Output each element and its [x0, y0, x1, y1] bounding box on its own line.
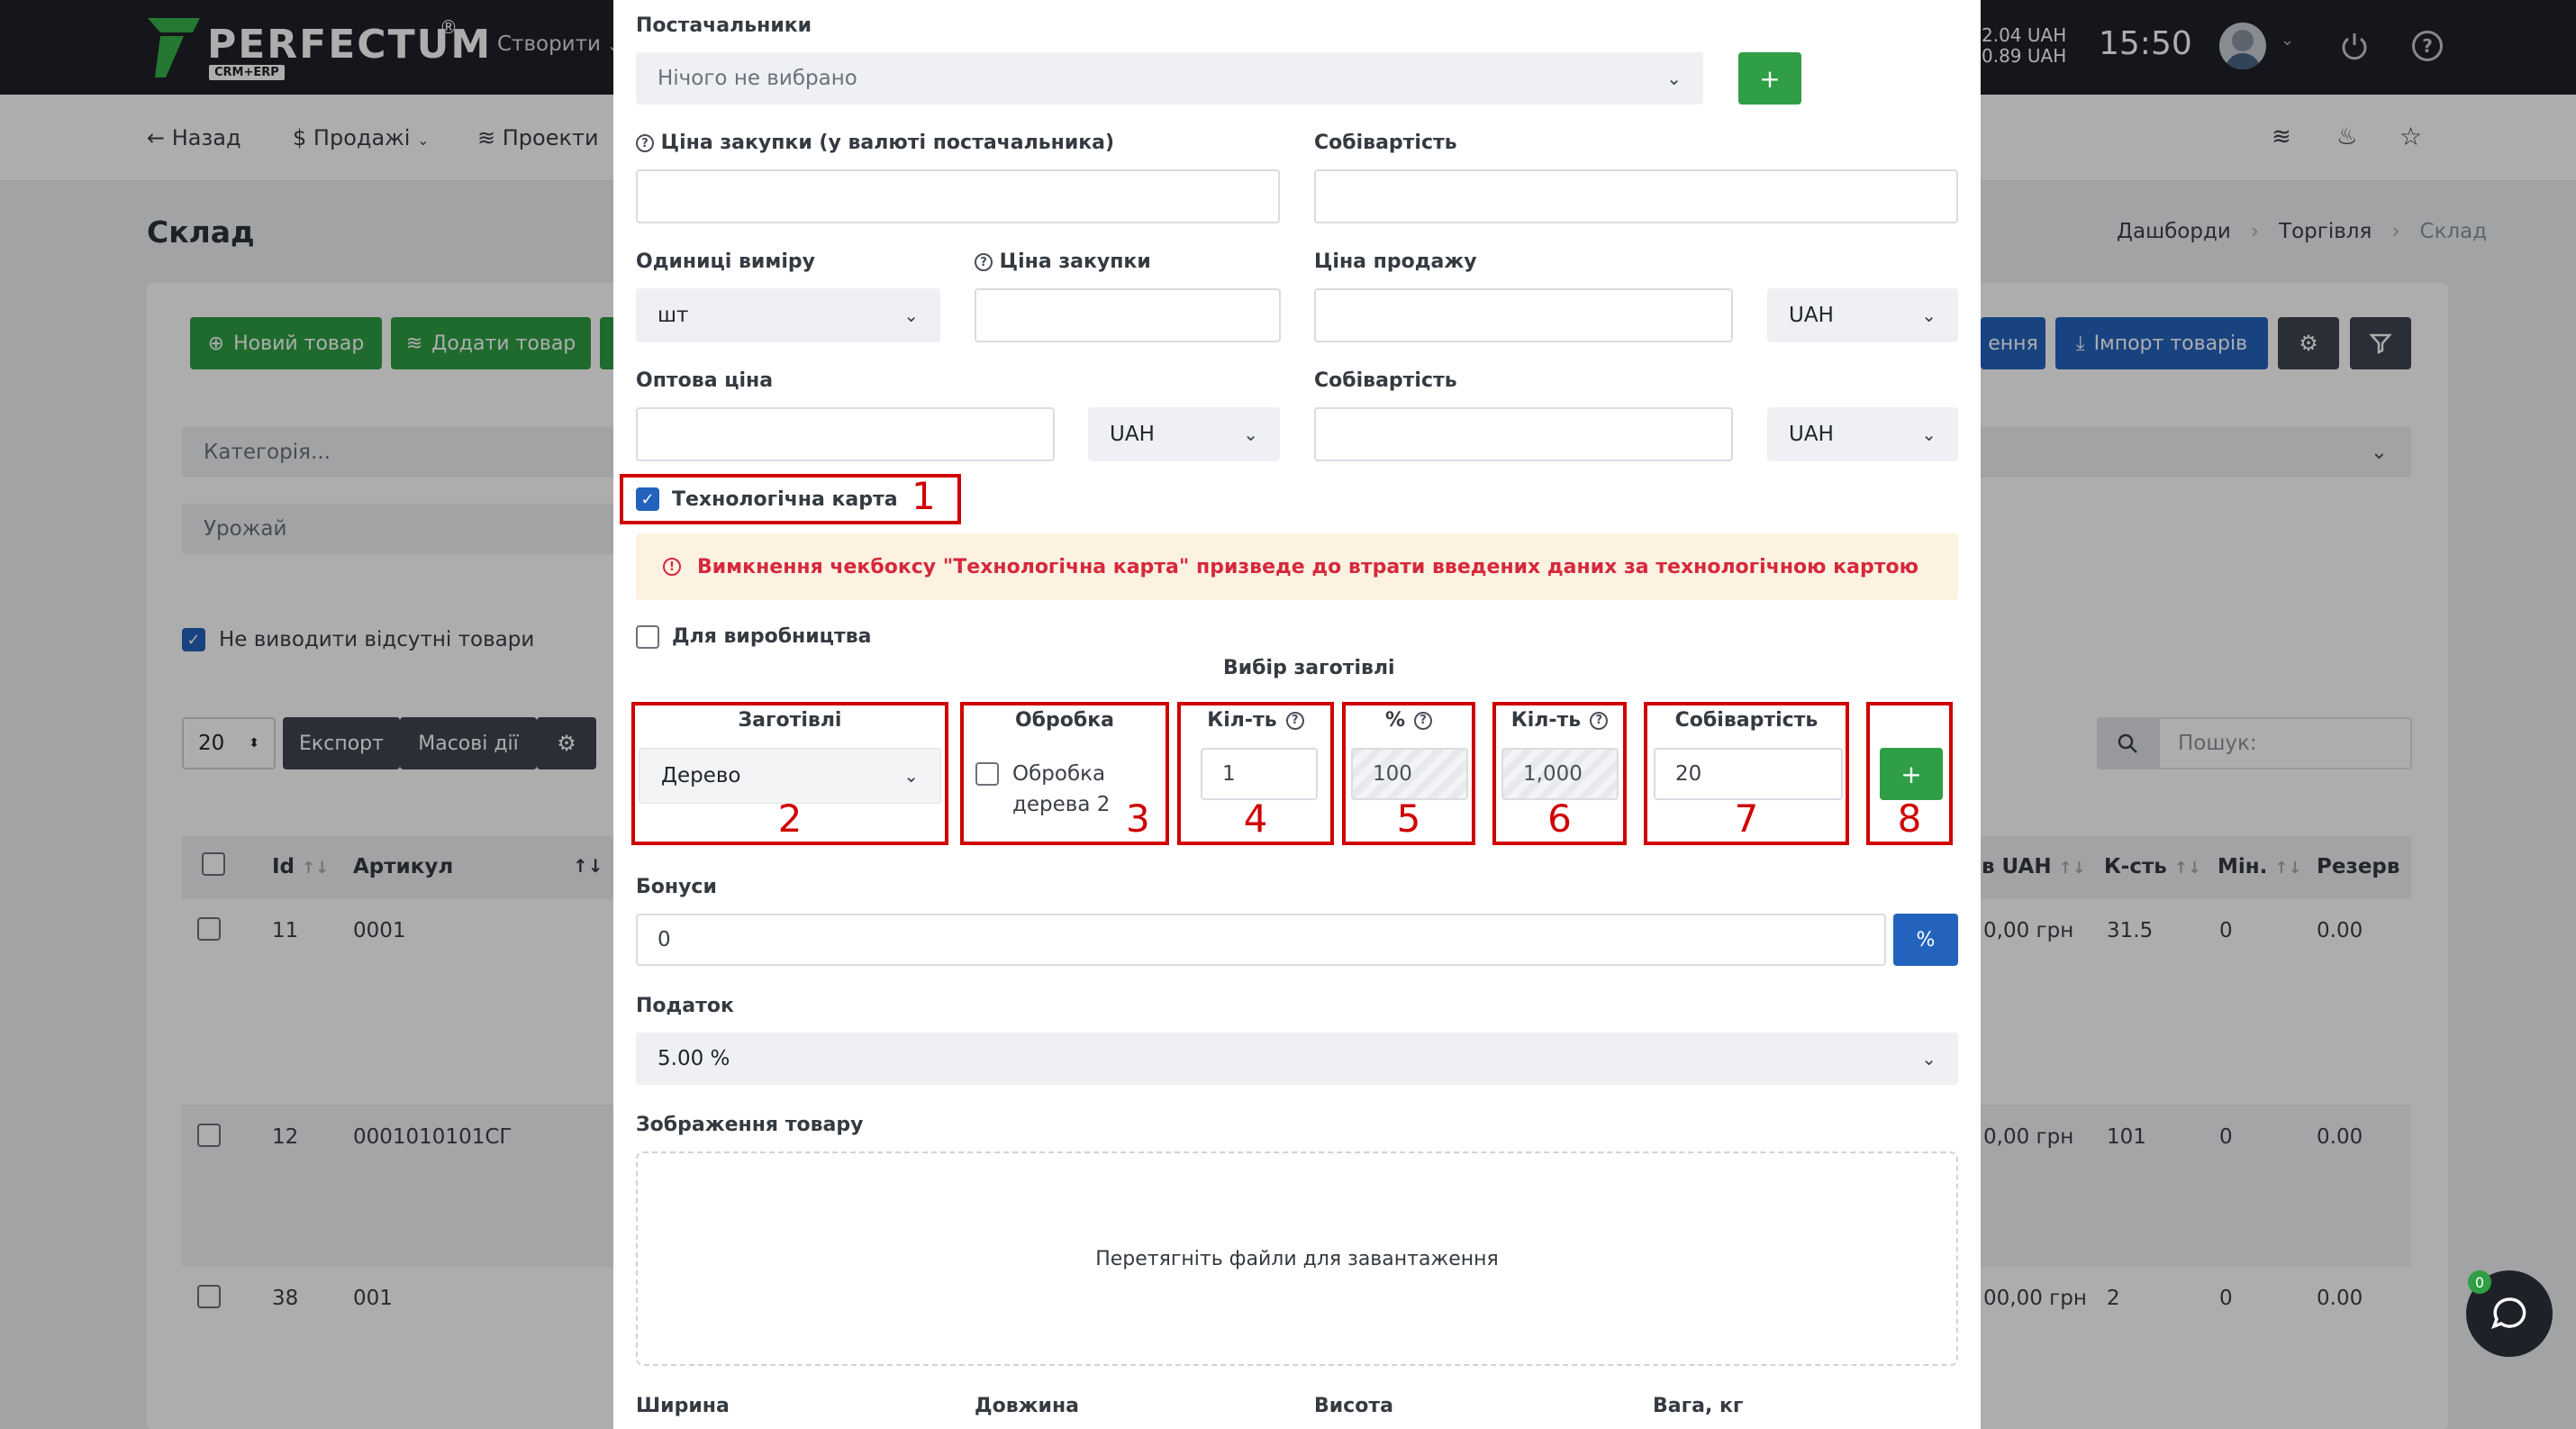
cost-label: Собівартість	[1314, 132, 1457, 154]
help-icon[interactable]: ?	[1590, 711, 1609, 730]
processing-label-line1: Обробка	[1012, 762, 1106, 786]
image-label: Зображення товару	[636, 1114, 864, 1136]
cost-input[interactable]	[1314, 169, 1958, 223]
chat-icon	[2491, 1297, 2526, 1329]
suppliers-select[interactable]: Нічого не вибрано ⌄	[636, 52, 1703, 105]
blank-select[interactable]: Дерево ⌄	[639, 748, 941, 804]
qty2-input: 1,000	[1501, 748, 1619, 800]
annotation-number: 5	[1396, 796, 1421, 841]
purchase-price-input[interactable]	[975, 288, 1281, 342]
cost2-currency-select[interactable]: UAH ⌄	[1767, 407, 1958, 461]
tax-label: Податок	[636, 995, 734, 1017]
production-label: Для виробництва	[672, 625, 872, 648]
annotation-number: 6	[1547, 796, 1572, 841]
alert-icon: !	[663, 558, 681, 576]
suppliers-label: Постачальники	[636, 14, 812, 37]
width-label: Ширина	[636, 1395, 730, 1417]
cost-col-header: Собівартість	[1674, 709, 1819, 732]
help-icon[interactable]: ?	[1285, 711, 1304, 730]
annotation-number: 1	[912, 474, 936, 518]
cost2-label: Собівартість	[1314, 369, 1457, 392]
sale-price-label: Ціна продажу	[1314, 250, 1477, 273]
add-blank-button[interactable]: +	[1880, 748, 1943, 800]
warning-alert: ! Вимкнення чекбоксу "Технологічна карта…	[636, 533, 1958, 600]
sale-currency-select[interactable]: UAH ⌄	[1767, 288, 1958, 342]
image-dropzone[interactable]: Перетягніть файли для завантаження	[636, 1151, 1958, 1366]
percent-input: 100	[1351, 748, 1468, 800]
sale-price-input[interactable]	[1314, 288, 1733, 342]
chat-badge: 0	[2468, 1270, 2491, 1294]
processing-col-header: Обробка	[1014, 709, 1115, 732]
height-label: Висота	[1314, 1395, 1393, 1417]
processing-checkbox[interactable]	[975, 762, 999, 786]
warning-text: Вимкнення чекбоксу "Технологічна карта" …	[697, 555, 1918, 578]
help-icon[interactable]: ?	[636, 134, 654, 152]
processing-label-line2: дерева 2	[1012, 793, 1111, 816]
annotation-number: 3	[1126, 796, 1150, 841]
bonus-input[interactable]: 0	[636, 914, 1886, 966]
production-checkbox[interactable]	[636, 625, 659, 649]
weight-label: Вага, кг	[1653, 1395, 1744, 1417]
purchase-price-label: ? Ціна закупки	[975, 250, 1151, 273]
blank-choice-title: Вибір заготівлі	[1223, 657, 1395, 679]
tech-card-checkbox[interactable]: ✓	[636, 487, 659, 511]
help-icon[interactable]: ?	[975, 253, 993, 271]
blanks-col-header: Заготівлі	[738, 709, 842, 732]
purchase-price-supplier-label: ? Ціна закупки (у валюті постачальника)	[636, 132, 1114, 154]
qty2-col-header: Кіл-ть?	[1496, 709, 1623, 732]
length-label: Довжина	[975, 1395, 1079, 1417]
help-icon[interactable]: ?	[1414, 711, 1433, 730]
bonus-percent-button[interactable]: %	[1893, 914, 1958, 966]
purchase-price-supplier-input[interactable]	[636, 169, 1280, 223]
annotation-number: 2	[777, 796, 803, 841]
units-select[interactable]: шт ⌄	[636, 288, 940, 342]
blank-cost-input[interactable]: 20	[1654, 748, 1843, 800]
annotation-number: 7	[1734, 796, 1759, 841]
wholesale-label: Оптова ціна	[636, 369, 774, 392]
wholesale-currency-select[interactable]: UAH ⌄	[1088, 407, 1280, 461]
tech-card-label: Технологічна карта	[672, 488, 898, 511]
bonus-label: Бонуси	[636, 876, 717, 898]
cost2-input[interactable]	[1314, 407, 1733, 461]
qty-input[interactable]: 1	[1201, 748, 1318, 800]
annotation-number: 4	[1243, 796, 1268, 841]
add-supplier-button[interactable]: +	[1738, 52, 1801, 105]
annotation-number: 8	[1897, 796, 1922, 841]
units-label: Одиниці виміру	[636, 250, 815, 273]
wholesale-input[interactable]	[636, 407, 1055, 461]
qty-col-header: Кіл-ть?	[1181, 709, 1330, 732]
tax-select[interactable]: 5.00 % ⌄	[636, 1033, 1958, 1085]
percent-col-header: %?	[1346, 709, 1472, 732]
